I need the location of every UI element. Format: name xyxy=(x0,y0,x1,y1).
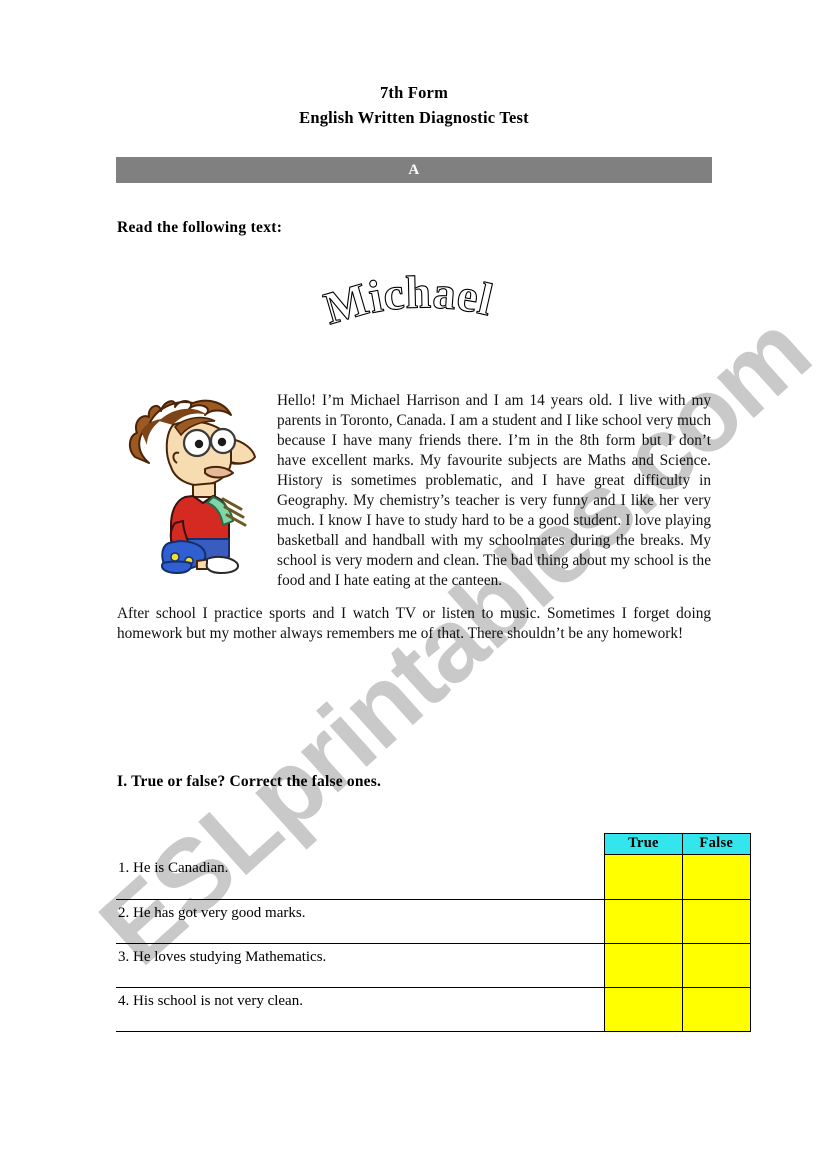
page-title-line-1: 7th Form xyxy=(379,83,449,102)
false-checkbox-cell[interactable] xyxy=(681,899,752,944)
true-checkbox-cell[interactable] xyxy=(604,854,683,900)
true-false-table-body: 1. He is Canadian. 2. He has got very go… xyxy=(116,854,752,1032)
statement-cell: 4. His school is not very clean. xyxy=(116,987,605,1032)
false-checkbox-cell[interactable] xyxy=(681,854,752,900)
clipart-schoolboy-svg xyxy=(129,399,257,574)
version-banner: A xyxy=(116,157,712,183)
clipart-schoolboy xyxy=(119,391,271,576)
wordart-michael-svg: Michael xyxy=(322,268,498,335)
clipart-shoe-back xyxy=(161,560,193,574)
false-checkbox-cell[interactable] xyxy=(681,943,752,988)
true-false-table: True False 1. He is Canadian. 2. He has … xyxy=(116,833,752,1032)
page-title: 7th Form English Written Diagnostic Test xyxy=(116,80,712,130)
statement-cell: 2. He has got very good marks. xyxy=(116,899,605,944)
wordart-michael: Michael xyxy=(322,268,522,342)
true-checkbox-cell[interactable] xyxy=(604,943,683,988)
column-header-statement xyxy=(116,834,605,855)
column-header-true: True xyxy=(604,833,683,855)
table-header-row: True False xyxy=(116,833,752,855)
table-row: 2. He has got very good marks. xyxy=(116,899,752,944)
false-checkbox-cell[interactable] xyxy=(681,987,752,1032)
true-false-table-head: True False xyxy=(116,833,752,855)
column-header-false: False xyxy=(681,833,752,855)
exercise-1-heading: I. True or false? Correct the false ones… xyxy=(117,773,382,790)
true-checkbox-cell[interactable] xyxy=(604,987,683,1032)
reading-paragraph-2: After school I practice sports and I wat… xyxy=(117,605,711,642)
statement-cell: 1. He is Canadian. xyxy=(116,854,605,900)
read-instruction: Read the following text: xyxy=(117,219,283,236)
statement-cell: 3. He loves studying Mathematics. xyxy=(116,943,605,988)
table-row: 3. He loves studying Mathematics. xyxy=(116,943,752,988)
svg-text:Michael: Michael xyxy=(322,268,498,334)
worksheet-page: 7th Form English Written Diagnostic Test… xyxy=(0,0,821,1169)
page-title-line-2: English Written Diagnostic Test xyxy=(299,108,529,127)
table-row: 4. His school is not very clean. xyxy=(116,987,752,1032)
table-row: 1. He is Canadian. xyxy=(116,854,752,900)
true-checkbox-cell[interactable] xyxy=(604,899,683,944)
clipart-shoe-front xyxy=(205,555,239,574)
reading-text-block: Hello! I’m Michael Harrison and I am 14 … xyxy=(117,391,711,644)
